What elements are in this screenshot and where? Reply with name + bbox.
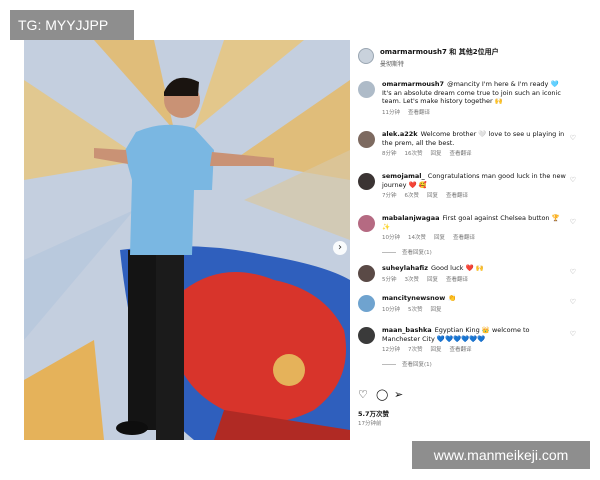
heart-icon[interactable]: ♡ <box>358 388 368 402</box>
comment-body: suheylahafiz Good luck ❤️ 🙌 5分钟 3次赞 回复 查看翻译 <box>382 264 568 284</box>
comment-text: Good luck ❤️ 🙌 <box>431 264 484 272</box>
translate-link[interactable]: 查看翻译 <box>446 193 468 199</box>
watermark-site: www.manmeikeji.com <box>412 441 590 469</box>
comment-user[interactable]: mabalanjwagaa <box>382 214 439 222</box>
comment-time: 10分钟 <box>382 235 400 241</box>
heart-icon[interactable]: ♡ <box>570 218 576 226</box>
like-count[interactable]: 7次赞 <box>408 347 423 353</box>
comment-time: 8分钟 <box>382 151 397 157</box>
comment-user[interactable]: omarmarmoush7 <box>382 80 444 88</box>
player-photo <box>24 40 350 440</box>
translate-link[interactable]: 查看翻译 <box>450 347 472 353</box>
avatar[interactable] <box>358 81 375 98</box>
post-time: 17分钟前 <box>358 421 382 427</box>
view-replies-link[interactable]: 查看回复(1) <box>382 249 568 258</box>
avatar[interactable] <box>358 327 375 344</box>
comment-text: 👏 <box>448 294 457 302</box>
instagram-post: › omarmarmoush7 和 其他2位用户 曼彻斯特 omarmarmou… <box>24 40 576 440</box>
comment-time: 11分钟 <box>382 109 400 116</box>
reply-button[interactable]: 回复 <box>431 307 442 313</box>
avatar[interactable] <box>358 295 375 312</box>
like-count[interactable]: 16次赞 <box>405 151 423 157</box>
translate-link[interactable]: 查看翻译 <box>408 110 430 116</box>
chevron-right-icon[interactable]: › <box>333 241 347 255</box>
reply-button[interactable]: 回复 <box>427 193 438 199</box>
comment-user[interactable]: suheylahafiz <box>382 264 428 272</box>
comment-user[interactable]: alek.a22k <box>382 130 418 138</box>
comments-panel: omarmarmoush7 和 其他2位用户 曼彻斯特 omarmarmoush… <box>358 40 576 440</box>
header-accounts[interactable]: omarmarmoush7 和 其他2位用户 <box>380 47 499 57</box>
comment-user[interactable]: maan_bashka <box>382 326 432 334</box>
post-image[interactable]: › <box>24 40 350 440</box>
comment-body: maan_bashka Egyptian King 👑 welcome to Ma… <box>382 326 568 369</box>
like-count[interactable]: 3次赞 <box>405 277 420 283</box>
translate-link[interactable]: 查看翻译 <box>446 277 468 283</box>
heart-icon[interactable]: ♡ <box>570 134 576 142</box>
like-count[interactable]: 5.7万次赞 <box>358 408 389 418</box>
avatar[interactable] <box>358 131 375 148</box>
comment-time: 12分钟 <box>382 347 400 353</box>
header-location[interactable]: 曼彻斯特 <box>380 59 404 68</box>
reply-button[interactable]: 回复 <box>431 151 442 157</box>
reply-button[interactable]: 回复 <box>434 235 445 241</box>
like-count[interactable]: 6次赞 <box>405 193 420 199</box>
heart-icon[interactable]: ♡ <box>570 298 576 306</box>
translate-link[interactable]: 查看翻译 <box>450 151 472 157</box>
comment-body: mabalanjwagaa First goal against Chelsea … <box>382 214 568 257</box>
heart-icon[interactable]: ♡ <box>570 176 576 184</box>
reply-button[interactable]: 回复 <box>427 277 438 283</box>
avatar[interactable] <box>358 215 375 232</box>
comment-body: alek.a22k Welcome brother 🤍 love to see u… <box>382 130 568 159</box>
reply-button[interactable]: 回复 <box>431 347 442 353</box>
view-replies-link[interactable]: 查看回复(1) <box>382 361 568 370</box>
heart-icon[interactable]: ♡ <box>570 330 576 338</box>
action-bar: ♡ ◯ ➢ <box>358 388 576 402</box>
comment-time: 10分钟 <box>382 306 400 313</box>
like-count[interactable]: 5次赞 <box>408 307 423 313</box>
caption-body: omarmarmoush7 @mancity I'm here & I'm rea… <box>382 80 568 117</box>
comment-body: semojamal_ Congratulations man good luck … <box>382 172 568 201</box>
translate-link[interactable]: 查看翻译 <box>453 235 475 241</box>
avatar[interactable] <box>358 173 375 190</box>
avatar[interactable] <box>358 265 375 282</box>
comment-time: 7分钟 <box>382 193 397 199</box>
comment-icon[interactable]: ◯ <box>376 388 388 402</box>
comment-user[interactable]: semojamal_ <box>382 172 425 180</box>
comment-time: 5分钟 <box>382 276 397 283</box>
comment-body: mancitynewsnow 👏 10分钟 5次赞 回复 <box>382 294 568 314</box>
comment-user[interactable]: mancitynewsnow <box>382 294 445 302</box>
post-header: omarmarmoush7 和 其他2位用户 曼彻斯特 <box>358 44 576 72</box>
watermark-tg: TG: MYYJJPP <box>10 10 134 40</box>
like-count[interactable]: 14次赞 <box>408 235 426 241</box>
heart-icon[interactable]: ♡ <box>570 268 576 276</box>
share-icon[interactable]: ➢ <box>394 388 403 402</box>
avatar[interactable] <box>358 48 374 64</box>
